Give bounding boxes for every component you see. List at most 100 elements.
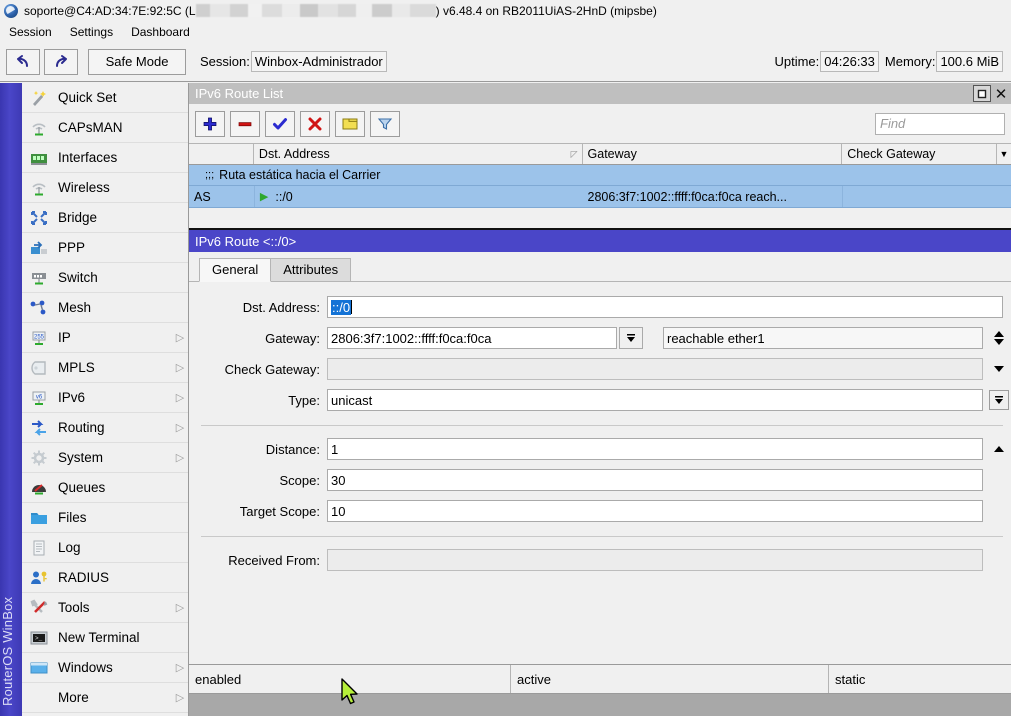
row-check-gateway <box>842 186 997 207</box>
window-title-suffix: ) v6.48.4 on RB2011UiAS-2HnD (mipsbe) <box>436 4 657 18</box>
field-row-scope: Scope: 30 <box>189 469 1011 491</box>
remove-button[interactable] <box>230 111 260 137</box>
sidebar-item-wireless[interactable]: Wireless <box>22 173 188 203</box>
sidebar-arrow-icon: ▷ <box>172 451 188 464</box>
log-scroll-icon <box>26 537 52 559</box>
type-dropdown-icon[interactable] <box>983 390 1011 410</box>
sidebar-item-files[interactable]: Files <box>22 503 188 533</box>
menu-session[interactable]: Session <box>0 23 61 41</box>
table-row[interactable]: AS ▶ ::/0 2806:3f7:1002::ffff:f0ca:f0ca … <box>189 186 1011 208</box>
sidebar-item-routing[interactable]: Routing ▷ <box>22 413 188 443</box>
dialog-tabs: General Attributes <box>189 256 1011 282</box>
distance-input[interactable]: 1 <box>327 438 983 460</box>
sidebar-item-bridge[interactable]: Bridge <box>22 203 188 233</box>
window-icon <box>26 657 52 679</box>
menu-dashboard[interactable]: Dashboard <box>122 23 199 41</box>
window-title-prefix: soporte@C4:AD:34:7E:92:5C (L <box>24 4 196 18</box>
sidebar-item-ppp[interactable]: PPP <box>22 233 188 263</box>
sidebar-item-switch[interactable]: Switch <box>22 263 188 293</box>
route-table-header: Dst. Address ◸ Gateway Check Gateway ▼ <box>189 144 1011 165</box>
dialog-main: General Attributes Dst. Address: ::/0 Ga… <box>189 252 1011 716</box>
antenna-icon <box>26 177 52 199</box>
distance-spinner-icon[interactable] <box>983 444 1011 454</box>
sidebar-item-system[interactable]: System ▷ <box>22 443 188 473</box>
dst-address-value: ::/0 <box>331 300 351 315</box>
scope-label: Scope: <box>189 473 327 488</box>
memory-label: Memory: <box>885 54 936 69</box>
type-input[interactable]: unicast <box>327 389 983 411</box>
user-key-icon <box>26 567 52 589</box>
check-gateway-label: Check Gateway: <box>189 362 327 377</box>
target-scope-input[interactable]: 10 <box>327 500 983 522</box>
tab-general[interactable]: General <box>199 258 271 282</box>
sidebar-item-more[interactable]: More ▷ <box>22 683 188 713</box>
check-gateway-dropdown-icon[interactable] <box>983 364 1011 374</box>
sidebar-item-queues[interactable]: Queues <box>22 473 188 503</box>
sidebar-item-capsman[interactable]: CAPsMAN <box>22 113 188 143</box>
comment-marker: ;;; <box>205 169 214 181</box>
comment-button[interactable] <box>335 111 365 137</box>
enable-button[interactable] <box>265 111 295 137</box>
field-row-target-scope: Target Scope: 10 <box>189 500 1011 522</box>
safe-mode-button[interactable]: Safe Mode <box>88 49 186 75</box>
route-comment-row[interactable]: ;;; Ruta estática hacia el Carrier <box>189 165 1011 186</box>
add-button[interactable] <box>195 111 225 137</box>
disable-button[interactable] <box>300 111 330 137</box>
column-check-gateway[interactable]: Check Gateway <box>842 144 997 164</box>
ipv6-icon: v6 <box>26 387 52 409</box>
sidebar-item-label: Interfaces <box>58 150 172 165</box>
sidebar-item-windows[interactable]: Windows ▷ <box>22 653 188 683</box>
scope-input[interactable]: 30 <box>327 469 983 491</box>
sidebar-item-radius[interactable]: RADIUS <box>22 563 188 593</box>
sidebar-item-ip[interactable]: 255 IP ▷ <box>22 323 188 353</box>
sidebar-item-ipv6[interactable]: v6 IPv6 ▷ <box>22 383 188 413</box>
route-list-title: IPv6 Route List <box>195 86 283 101</box>
sidebar-item-mesh[interactable]: Mesh <box>22 293 188 323</box>
ppp-icon <box>26 237 52 259</box>
gateway-spinner-icon[interactable] <box>983 328 1011 348</box>
dst-address-input[interactable]: ::/0 <box>327 296 1003 318</box>
empty-icon <box>26 687 52 709</box>
uptime-value: 04:26:33 <box>820 51 879 72</box>
tools-icon <box>26 597 52 619</box>
winbox-app: soporte@C4:AD:34:7E:92:5C (L ) v6.48.4 on… <box>0 0 1011 716</box>
column-dst-address[interactable]: Dst. Address ◸ <box>254 144 583 164</box>
dialog-form: Dst. Address: ::/0 Gateway: 2806:3f7:100… <box>189 282 1011 571</box>
sidebar-blue-strip: RouterOS WinBox <box>0 83 22 716</box>
sidebar-item-interfaces[interactable]: Interfaces <box>22 143 188 173</box>
sidebar-item-tools[interactable]: Tools ▷ <box>22 593 188 623</box>
status-static: static <box>829 665 1011 693</box>
field-row-type: Type: unicast <box>189 389 1011 411</box>
triangle-right-icon[interactable]: ▶ <box>260 190 268 203</box>
folder-icon <box>26 507 52 529</box>
row-flags: AS <box>189 186 254 207</box>
switch-icon <box>26 267 52 289</box>
tab-attributes[interactable]: Attributes <box>270 258 351 281</box>
check-gateway-input[interactable] <box>327 358 983 380</box>
find-input[interactable]: Find <box>875 113 1005 135</box>
sidebar: RouterOS WinBox Quick Set CAPsMAN <box>0 83 188 716</box>
sidebar-item-new-terminal[interactable]: >_ New Terminal <box>22 623 188 653</box>
menu-settings[interactable]: Settings <box>61 23 122 41</box>
close-window-icon[interactable]: ✕ <box>993 85 1009 102</box>
sidebar-item-log[interactable]: Log <box>22 533 188 563</box>
undo-arrow-icon[interactable] <box>6 49 40 75</box>
filter-button[interactable] <box>370 111 400 137</box>
column-flags[interactable] <box>189 144 254 164</box>
column-gateway[interactable]: Gateway <box>583 144 843 164</box>
sidebar-item-label: RADIUS <box>58 570 172 585</box>
sidebar-item-mpls[interactable]: MPLS ▷ <box>22 353 188 383</box>
sidebar-item-quick-set[interactable]: Quick Set <box>22 83 188 113</box>
session-value[interactable]: Winbox-Administrador <box>251 51 387 72</box>
gateway-input[interactable]: 2806:3f7:1002::ffff:f0ca:f0ca <box>327 327 617 349</box>
sidebar-item-label: Mesh <box>58 300 172 315</box>
sidebar-item-label: Wireless <box>58 180 172 195</box>
gateway-dropdown-icon[interactable] <box>619 327 643 349</box>
sidebar-item-label: IPv6 <box>58 390 172 405</box>
redo-arrow-icon[interactable] <box>44 49 78 75</box>
column-menu-icon[interactable]: ▼ <box>997 144 1011 164</box>
restore-window-icon[interactable] <box>973 85 991 102</box>
row-dst-address-text: ::/0 <box>275 190 292 204</box>
uptime-label: Uptime: <box>774 54 819 69</box>
ipv6-route-dialog: IPv6 Route <::/0> General Attributes Dst… <box>189 228 1011 716</box>
